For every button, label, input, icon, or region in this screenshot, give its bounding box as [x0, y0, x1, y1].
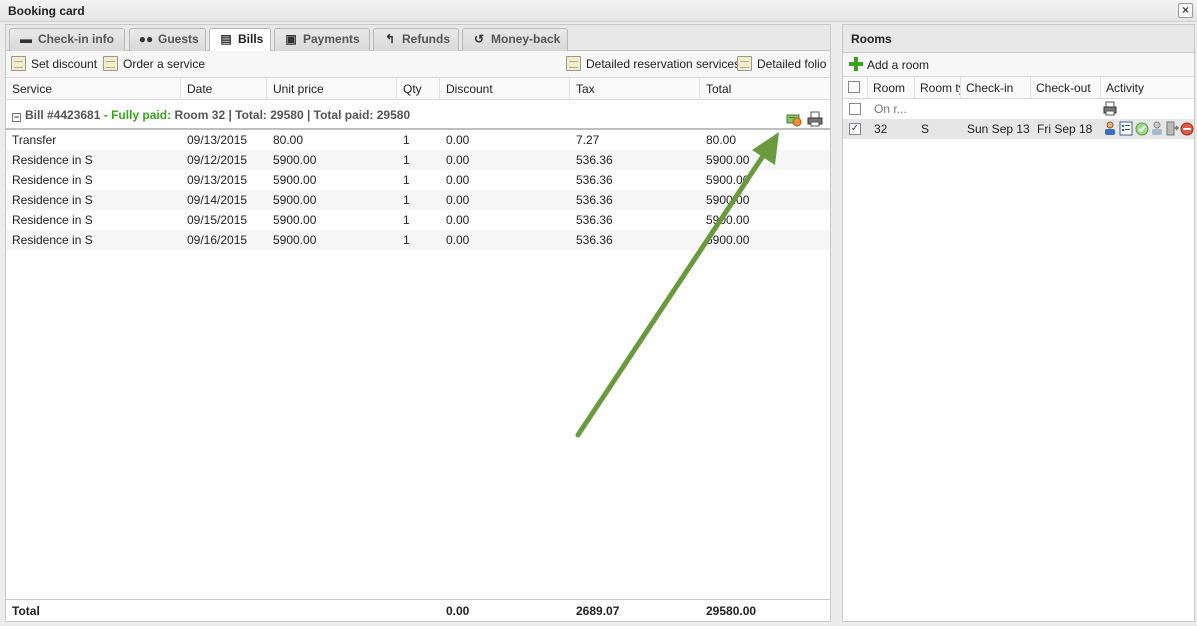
note-icon	[11, 56, 26, 71]
bill-group-header: − Bill #4423681 - Fully paid: Room 32 | T…	[6, 100, 830, 130]
bills-grid-header: Service Date Unit price Qty Discount Tax…	[6, 78, 830, 100]
close-icon[interactable]: ×	[1178, 3, 1193, 18]
list-icon[interactable]	[1119, 121, 1133, 136]
note-icon	[103, 56, 118, 71]
table-row[interactable]: Residence in S 09/13/2015 5900.00 1 0.00…	[6, 170, 830, 190]
table-row[interactable]: Residence in S 09/12/2015 5900.00 1 0.00…	[6, 150, 830, 170]
money-icon: ▣	[285, 32, 297, 46]
bill-summary: Room 32 | Total: 29580 | Total paid: 295…	[174, 108, 411, 122]
bill-rows: Transfer 09/13/2015 80.00 1 0.00 7.27 80…	[6, 130, 830, 250]
collapse-icon[interactable]: −	[12, 113, 21, 122]
plus-icon	[849, 57, 863, 71]
rooms-toolbar: Add a room	[843, 53, 1194, 77]
select-all-column	[843, 77, 868, 99]
col-check-out[interactable]: Check-out	[1031, 77, 1101, 99]
cancel-icon[interactable]	[1180, 121, 1194, 136]
room-row[interactable]: ✓ 32 S Sun Sep 13 Fri Sep 18	[843, 119, 1194, 139]
row-checkbox[interactable]: ✓	[849, 123, 861, 135]
tab-refunds[interactable]: ↰ Refunds	[373, 28, 459, 51]
row-checkbox[interactable]	[849, 103, 861, 115]
totals-row: Total 0.00 2689.07 29580.00	[6, 599, 830, 621]
tab-payments[interactable]: ▣ Payments	[274, 28, 370, 51]
col-date[interactable]: Date	[181, 78, 267, 100]
bills-panel: ▬ Check-in info ●● Guests ▤ Bills ▣ Payments…	[5, 24, 831, 622]
window-title: Booking card	[8, 4, 85, 18]
briefcase-icon: ▬	[20, 32, 32, 46]
col-tax[interactable]: Tax	[570, 78, 700, 100]
rooms-panel: Rooms Add a room Room Room ty Check-in C…	[842, 24, 1195, 622]
bill-paid-status: - Fully paid:	[103, 108, 172, 122]
table-row[interactable]: Transfer 09/13/2015 80.00 1 0.00 7.27 80…	[6, 130, 830, 150]
tab-guests[interactable]: ●● Guests	[129, 28, 206, 51]
add-room-button[interactable]: Add a room	[849, 57, 929, 72]
note-icon	[737, 56, 752, 71]
note-icon	[566, 56, 581, 71]
bill-number: Bill #4423681	[25, 108, 101, 122]
col-room[interactable]: Room	[868, 77, 915, 99]
col-check-in[interactable]: Check-in	[961, 77, 1031, 99]
print-icon[interactable]	[807, 108, 823, 127]
col-total[interactable]: Total	[700, 78, 830, 100]
check-icon[interactable]	[1135, 121, 1149, 136]
rooms-grid-header: Room Room ty Check-in Check-out Activity	[843, 77, 1194, 99]
order-service-button[interactable]: Order a service	[103, 55, 205, 73]
payment-icon[interactable]	[786, 108, 802, 127]
col-room-type[interactable]: Room ty	[915, 77, 961, 99]
tab-money-back[interactable]: ↺ Money-back	[462, 28, 568, 51]
users-icon: ●●	[138, 32, 154, 46]
undo-icon: ↺	[473, 32, 485, 46]
detailed-services-button[interactable]: Detailed reservation services	[566, 55, 740, 73]
tab-check-in-info[interactable]: ▬ Check-in info	[9, 28, 125, 51]
select-all-checkbox[interactable]	[848, 81, 860, 93]
col-activity[interactable]: Activity	[1101, 77, 1194, 99]
on-request-row[interactable]: On r...	[843, 99, 1194, 119]
table-row[interactable]: Residence in S 09/15/2015 5900.00 1 0.00…	[6, 210, 830, 230]
tab-bills[interactable]: ▤ Bills	[209, 28, 271, 52]
table-row[interactable]: Residence in S 09/14/2015 5900.00 1 0.00…	[6, 190, 830, 210]
tab-bar: ▬ Check-in info ●● Guests ▤ Bills ▣ Payments…	[6, 25, 830, 52]
table-row[interactable]: Residence in S 09/16/2015 5900.00 1 0.00…	[6, 230, 830, 250]
col-service[interactable]: Service	[6, 78, 181, 100]
col-qty[interactable]: Qty	[397, 78, 440, 100]
guest-icon[interactable]	[1103, 121, 1117, 136]
totals-label: Total	[12, 604, 40, 618]
window-title-bar: Booking card ×	[0, 0, 1197, 22]
document-icon: ▤	[220, 32, 232, 46]
totals-total: 29580.00	[706, 604, 757, 618]
set-discount-button[interactable]: Set discount	[11, 55, 97, 73]
col-unit-price[interactable]: Unit price	[267, 78, 397, 100]
totals-tax: 2689.07	[576, 604, 620, 618]
door-exit-icon[interactable]	[1165, 121, 1180, 136]
print-icon[interactable]	[1103, 101, 1117, 116]
guest-checkin-icon[interactable]	[1150, 121, 1164, 136]
totals-discount: 0.00	[446, 604, 470, 618]
detailed-folio-button[interactable]: Detailed folio	[737, 55, 826, 73]
reply-icon: ↰	[384, 32, 396, 46]
col-discount[interactable]: Discount	[440, 78, 570, 100]
rooms-title: Rooms	[843, 25, 1194, 53]
bills-toolbar: Set discount Order a service Detailed re…	[6, 51, 830, 78]
